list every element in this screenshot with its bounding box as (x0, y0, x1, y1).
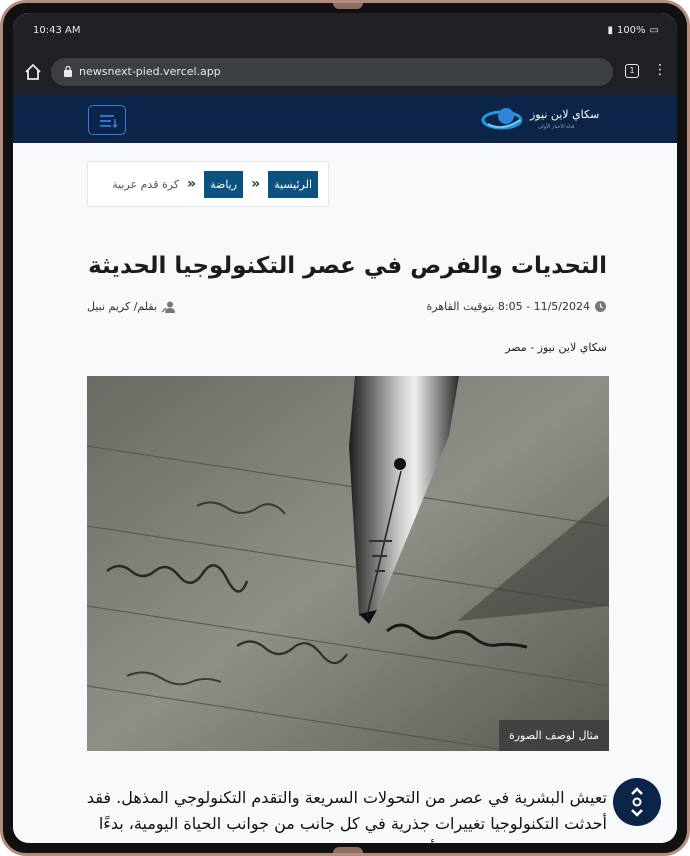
article-title: التحديات والفرص في عصر التكنولوجيا الحدي… (88, 253, 607, 279)
breadcrumb-current: كرة قدم عربية (112, 177, 180, 191)
url-text: newsnext-pied.vercel.app (79, 65, 221, 78)
tabs-icon[interactable]: 1 (625, 64, 639, 78)
battery-icon: ▭ (649, 25, 659, 36)
menu-button[interactable] (88, 105, 126, 135)
status-bar: 10:43 AM ▮ 100% ▭ (13, 13, 677, 49)
article-source: سكاي لاين نيوز - مصر (505, 341, 607, 354)
lock-icon (64, 65, 72, 77)
article-author[interactable]: بقلم/ كريم نبيل (87, 300, 176, 313)
address-bar[interactable]: newsnext-pied.vercel.app (51, 58, 613, 86)
scroll-button[interactable] (613, 778, 661, 826)
screen: 10:43 AM ▮ 100% ▭ newsnext-pied.vercel.a… (13, 13, 677, 843)
image-caption: مثال لوصف الصورة (498, 720, 609, 751)
browser-toolbar: newsnext-pied.vercel.app 1 ⋮ (13, 49, 677, 95)
home-icon[interactable] (23, 62, 43, 82)
article-datetime: 11/5/2024 - 8:05 بتوقيت القاهرة (427, 300, 607, 313)
breadcrumb: الرئيسية « رياضة « كرة قدم عربية (87, 161, 329, 207)
fountain-pen-image (87, 376, 609, 751)
page-content: الرئيسية « رياضة « كرة قدم عربية التحديا… (13, 143, 677, 843)
breadcrumb-separator: « (187, 176, 197, 192)
device-frame: 10:43 AM ▮ 100% ▭ newsnext-pied.vercel.a… (0, 0, 690, 856)
status-icons: ▮ 100% ▭ (607, 25, 659, 36)
breadcrumb-separator: « (251, 176, 261, 192)
datetime-text: 11/5/2024 - 8:05 بتوقيت القاهرة (426, 300, 590, 313)
hamburger-icon (100, 115, 118, 129)
site-header: سكاي لاين نيوز قناة الأخبار الأولى (13, 95, 677, 143)
article-image: مثال لوصف الصورة (87, 376, 609, 751)
author-text: بقلم/ كريم نبيل (87, 300, 158, 313)
user-pen-icon (161, 301, 176, 313)
logo-title: سكاي لاين نيوز (530, 108, 600, 121)
article-body: تعيش البشرية في عصر من التحولات السريعة … (86, 788, 607, 843)
signal-icon: ▮ (607, 25, 613, 36)
hinge-top (333, 3, 363, 9)
hinge-bottom (333, 847, 363, 853)
status-time: 10:43 AM (33, 25, 81, 36)
logo-subtitle: قناة الأخبار الأولى (538, 124, 575, 130)
logo-mark-icon (481, 108, 523, 130)
clock-icon (595, 301, 606, 312)
site-logo[interactable]: سكاي لاين نيوز قناة الأخبار الأولى (480, 102, 610, 136)
menu-dots-icon[interactable]: ⋮ (653, 62, 667, 78)
breadcrumb-home[interactable]: الرئيسية (268, 170, 318, 198)
battery-level: 100% (616, 25, 646, 36)
scroll-arrows-icon (631, 787, 643, 817)
breadcrumb-category[interactable]: رياضة (204, 170, 244, 198)
